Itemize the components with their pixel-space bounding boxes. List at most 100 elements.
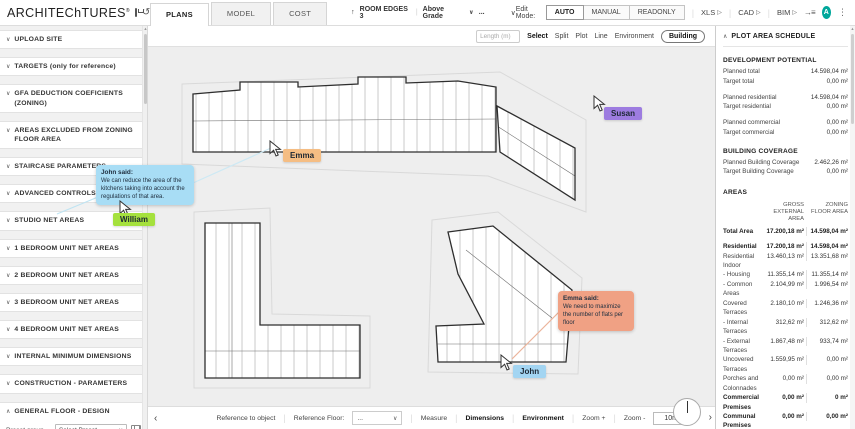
sidebar-section[interactable]: ∨ TARGETS (only for reference): [0, 57, 147, 76]
chevron-up-icon: ∧: [6, 408, 10, 415]
length-input[interactable]: [476, 30, 520, 43]
sidebar-section[interactable]: ∨ GFA DEDUCTION COEFICIENTS (ZONING): [0, 84, 147, 112]
sidebar-section-label: 4 BEDROOM UNIT NET AREAS: [14, 325, 119, 334]
app-logo: ARCHITEChTURES®: [7, 6, 130, 20]
area-gross-value: 2.104,99 m²: [762, 280, 804, 289]
export-xls-button[interactable]: XLS▷: [701, 8, 722, 17]
chevron-right-icon[interactable]: ›: [709, 412, 712, 423]
sidebar-section-label: TARGETS (only for reference): [14, 62, 115, 71]
tool-button[interactable]: Plot: [575, 33, 587, 40]
area-gross-value: 1.559,95 m²: [762, 355, 804, 364]
reference-to-object-button[interactable]: Reference to object: [216, 415, 275, 422]
table-row: Total Area 17.200,18 m² 14.598,04 m²: [723, 227, 848, 236]
tool-button[interactable]: Split: [555, 33, 569, 40]
chevron-up-icon: ∧: [723, 33, 727, 40]
sidebar-section[interactable]: ∨ 3 BEDROOM UNIT NET AREAS: [0, 293, 147, 312]
sidebar-section[interactable]: ∨ AREAS EXCLUDED FROM ZONING FLOOR AREA: [0, 121, 147, 149]
sidebar-section-label: AREAS EXCLUDED FROM ZONING FLOOR AREA: [14, 126, 141, 144]
sidebar-section[interactable]: ∨ CONSTRUCTION - PARAMETERS: [0, 374, 147, 393]
scroll-up-icon[interactable]: ▲: [850, 26, 855, 31]
tool-button[interactable]: Line: [594, 33, 607, 40]
building-coverage-title: BUILDING COVERAGE: [723, 148, 848, 155]
area-label: - Common Areas: [723, 280, 762, 299]
divider: |: [455, 413, 457, 423]
tool-button[interactable]: Building: [661, 30, 705, 43]
save-icon[interactable]: [135, 8, 137, 17]
edit-mode-button[interactable]: READONLY: [629, 5, 685, 20]
tool-button[interactable]: Environment: [615, 33, 654, 40]
area-label: Commercial Premises: [723, 393, 762, 412]
play-icon: ▷: [792, 9, 797, 16]
scroll-up-icon[interactable]: ▲: [143, 26, 148, 31]
scrollbar-thumb[interactable]: [851, 34, 854, 124]
panel-scrollbar[interactable]: ▲: [850, 26, 855, 429]
area-zoning-value: 11.355,14 m²: [806, 270, 848, 279]
panel-toggle-icon[interactable]: →≡: [804, 8, 815, 17]
table-row: Covered Terraces 2.180,10 m² 1.246,36 m²: [723, 299, 848, 318]
area-zoning-value: 0 m²: [806, 393, 848, 402]
stat-value: 0,00 m²: [827, 167, 848, 177]
reference-floor-select[interactable]: ... ∨: [352, 411, 402, 425]
area-zoning-value: 14.598,04 m²: [806, 242, 848, 251]
stat-row: Target Building Coverage 0,00 m²: [723, 167, 848, 177]
chevron-down-icon: ∨: [6, 190, 10, 197]
tab[interactable]: COST: [273, 2, 327, 25]
tab[interactable]: MODEL: [211, 2, 271, 25]
tool-button[interactable]: Select: [527, 33, 548, 40]
stat-label: Target total: [723, 77, 754, 87]
kebab-menu-icon[interactable]: ⋮: [838, 7, 847, 18]
area-zoning-value: 0,00 m²: [806, 355, 848, 364]
area-zoning-value: 933,74 m²: [806, 337, 848, 346]
floor-plans-drawing[interactable]: [148, 26, 715, 429]
zoom-out-button[interactable]: Zoom -: [624, 415, 646, 422]
environment-button[interactable]: Environment: [522, 415, 564, 422]
sidebar-section[interactable]: ∨ STUDIO NET AREAS: [0, 211, 147, 230]
col-header-gross: GROSS EXTERNAL AREA: [762, 202, 804, 224]
sidebar-section[interactable]: ∨ ADVANCED CONTROLS: [0, 184, 147, 203]
compass-widget[interactable]: [673, 398, 701, 426]
save-preset-icon[interactable]: [131, 425, 141, 429]
area-gross-value: 0,00 m²: [762, 393, 804, 402]
canvas-toolbar: Select Split Plot Line Environment Build…: [148, 26, 715, 47]
divider: |: [614, 413, 616, 423]
sidebar-section[interactable]: ∨ INTERNAL MINIMUM DIMENSIONS: [0, 347, 147, 366]
sidebar-section[interactable]: ∨ 1 BEDROOM UNIT NET AREAS: [0, 239, 147, 258]
edit-mode-button[interactable]: MANUAL: [583, 5, 630, 20]
stat-label: Target residential: [723, 102, 771, 112]
plot-area-schedule-header[interactable]: ∧ PLOT AREA SCHEDULE: [723, 26, 848, 47]
sidebar-section[interactable]: ∨ UPLOAD SITE: [0, 30, 147, 49]
dimensions-button[interactable]: Dimensions: [466, 415, 505, 422]
stat-row: Target residential 0,00 m²: [723, 102, 848, 112]
reference-floor-value: ...: [357, 415, 363, 422]
sidebar-scrollbar[interactable]: ▲: [142, 26, 147, 429]
top-bar: ARCHITEChTURES® ↺ ↻ PLANS MODEL COST ↑ R…: [0, 0, 855, 26]
sidebar-section-general-floor[interactable]: ∧ GENERAL FLOOR - DESIGN: [6, 407, 141, 416]
chevron-down-icon: ∨: [393, 415, 397, 422]
area-gross-value: 13.460,13 m²: [762, 252, 804, 261]
chevron-left-icon[interactable]: ‹: [154, 413, 157, 424]
export-bim-button[interactable]: BIM▷: [777, 8, 797, 17]
sidebar-section[interactable]: ∨ 2 BEDROOM UNIT NET AREAS: [0, 266, 147, 285]
avatar[interactable]: A: [822, 6, 831, 19]
room-edges-control[interactable]: ↑ ROOM EDGES 3 | Above Grade ∨ ...: [351, 6, 484, 20]
area-zoning-value: 0,00 m²: [806, 374, 848, 383]
grade-selector[interactable]: Above Grade: [423, 6, 464, 20]
play-icon: ▷: [756, 9, 761, 16]
sidebar-section-label: INTERNAL MINIMUM DIMENSIONS: [14, 352, 131, 361]
sidebar-section[interactable]: ∨ STAIRCASE PARAMETERS: [0, 157, 147, 176]
table-row: - External Terraces 1.867,48 m² 933,74 m…: [723, 337, 848, 356]
grade-more-button[interactable]: ...: [479, 9, 485, 16]
edit-mode-button[interactable]: AUTO: [546, 5, 584, 20]
stat-value: 0,00 m²: [827, 77, 848, 87]
sidebar-section-label: STUDIO NET AREAS: [14, 216, 84, 225]
measure-button[interactable]: Measure: [421, 415, 447, 422]
preset-select[interactable]: Select Preset ∨: [55, 424, 127, 429]
area-label: Residential Indoor: [723, 252, 762, 271]
export-cad-button[interactable]: CAD▷: [738, 8, 760, 17]
design-canvas[interactable]: Select Split Plot Line Environment Build…: [148, 26, 715, 429]
tab[interactable]: PLANS: [150, 3, 209, 26]
sidebar-section-label: CONSTRUCTION - PARAMETERS: [14, 379, 127, 388]
zoom-in-button[interactable]: Zoom +: [582, 415, 605, 422]
scrollbar-thumb[interactable]: [144, 34, 147, 104]
sidebar-section[interactable]: ∨ 4 BEDROOM UNIT NET AREAS: [0, 320, 147, 339]
